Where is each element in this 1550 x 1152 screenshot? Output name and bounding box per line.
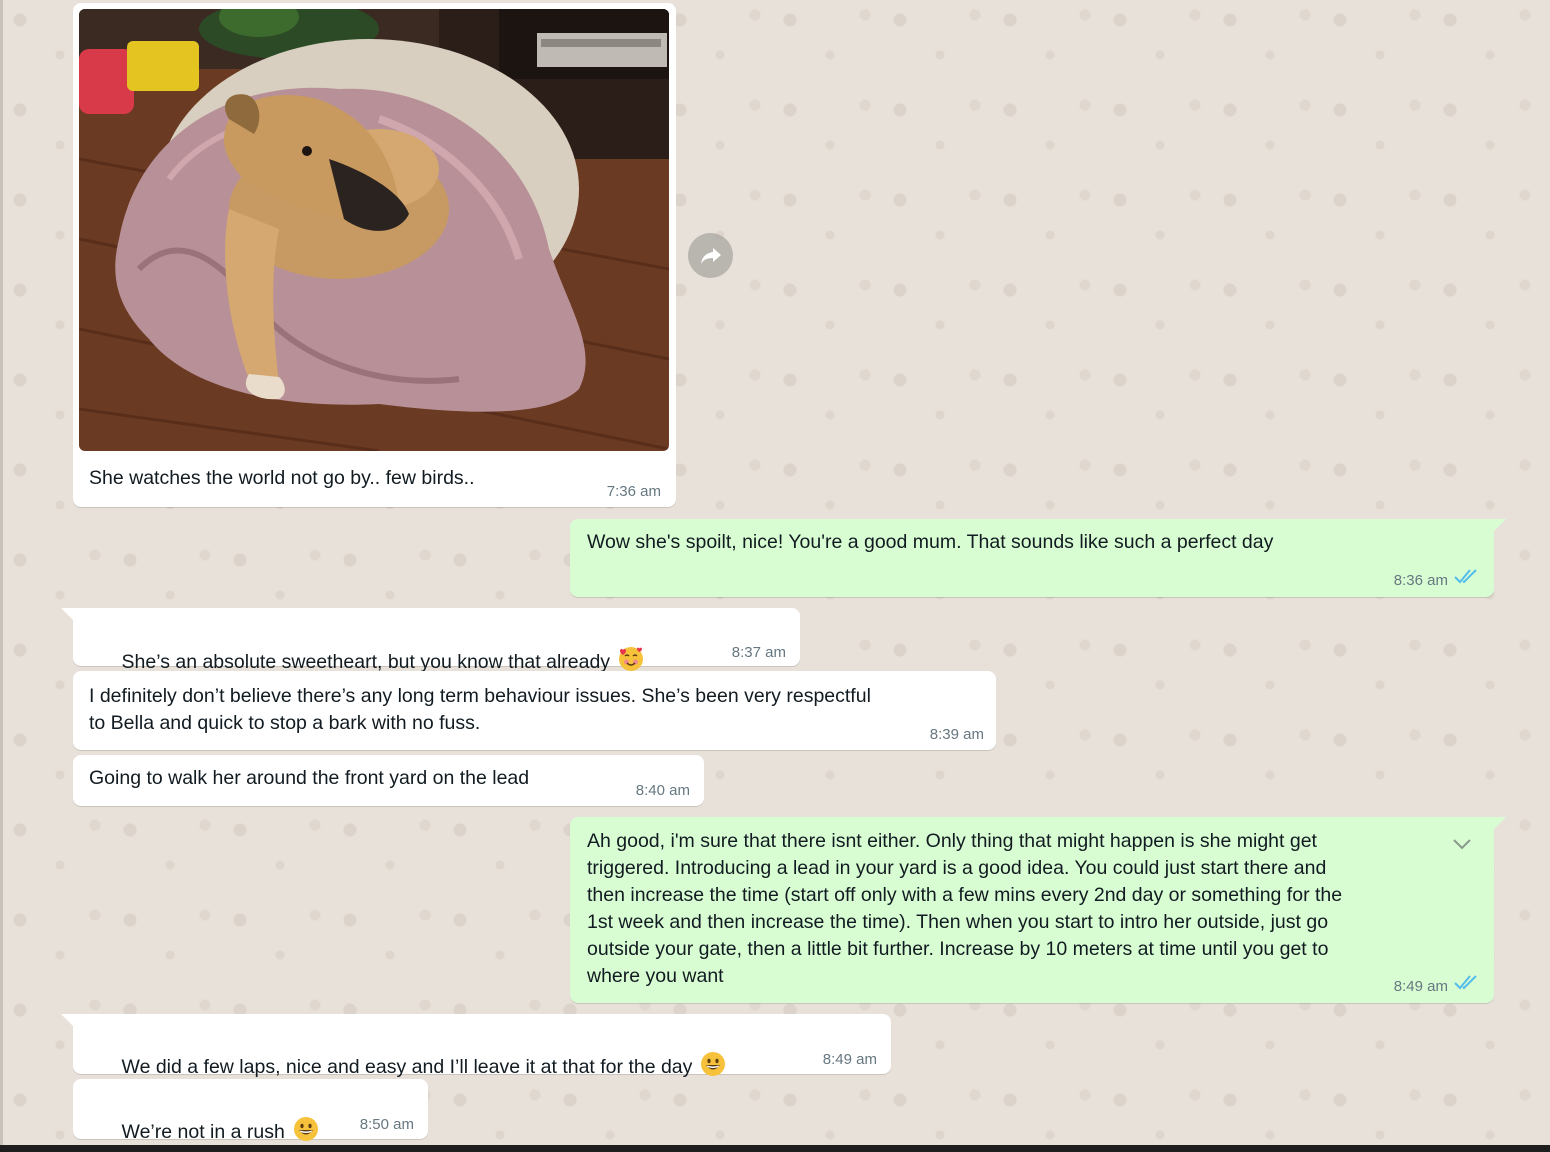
image-message-bubble[interactable]: She watches the world not go by.. few bi… xyxy=(73,3,676,507)
dog-photo[interactable] xyxy=(79,9,669,451)
grinning-face-icon xyxy=(293,1117,318,1141)
incoming-message-bubble[interactable]: We’re not in a rush 8:50 am xyxy=(73,1079,428,1143)
message-text: Ah good, i'm sure that there isnt either… xyxy=(587,830,1343,987)
message-time: 8:49 am xyxy=(1393,978,1448,995)
message-time: 8:50 am xyxy=(359,1116,414,1133)
message-text-content: She’s an absolute sweetheart, but you kn… xyxy=(121,651,611,673)
window-bottom-bar xyxy=(0,1145,1550,1152)
message-text: Wow she's spoilt, nice! You're a good mu… xyxy=(587,531,1274,553)
message-text-content: We did a few laps, nice and easy and I’l… xyxy=(121,1056,693,1078)
grinning-face-icon xyxy=(701,1052,726,1076)
incoming-message-bubble[interactable]: Going to walk her around the front yard … xyxy=(73,755,704,806)
chat-background: She watches the world not go by.. few bi… xyxy=(0,0,1550,1152)
chevron-down-icon[interactable] xyxy=(1451,837,1473,851)
message-time: 8:36 am xyxy=(1393,572,1448,589)
window-left-edge xyxy=(0,0,3,1152)
forward-icon xyxy=(700,247,721,264)
smiling-face-with-hearts-icon xyxy=(619,647,644,671)
message-text: I definitely don’t believe there’s any l… xyxy=(89,685,871,734)
message-time: 8:49 am xyxy=(822,1051,877,1068)
incoming-message-bubble[interactable]: She’s an absolute sweetheart, but you kn… xyxy=(61,608,800,673)
message-time: 7:36 am xyxy=(606,483,661,500)
incoming-message-bubble[interactable]: I definitely don’t believe there’s any l… xyxy=(73,671,996,750)
forward-button[interactable] xyxy=(688,233,733,278)
message-text: Going to walk her around the front yard … xyxy=(89,767,530,789)
incoming-message-bubble[interactable]: We did a few laps, nice and easy and I’l… xyxy=(61,1014,891,1078)
outgoing-message-bubble[interactable]: Ah good, i'm sure that there isnt either… xyxy=(570,817,1506,1003)
message-text: She watches the world not go by.. few bi… xyxy=(89,467,475,489)
read-ticks-icon xyxy=(1454,975,1477,990)
message-time: 8:39 am xyxy=(929,726,984,743)
message-time: 8:40 am xyxy=(635,782,690,799)
outgoing-message-bubble[interactable]: Wow she's spoilt, nice! You're a good mu… xyxy=(570,519,1506,597)
message-time: 8:37 am xyxy=(731,644,786,661)
read-ticks-icon xyxy=(1454,569,1477,584)
message-text-content: We’re not in a rush xyxy=(121,1121,285,1143)
message-text: We’re not in a rush xyxy=(89,1089,319,1152)
